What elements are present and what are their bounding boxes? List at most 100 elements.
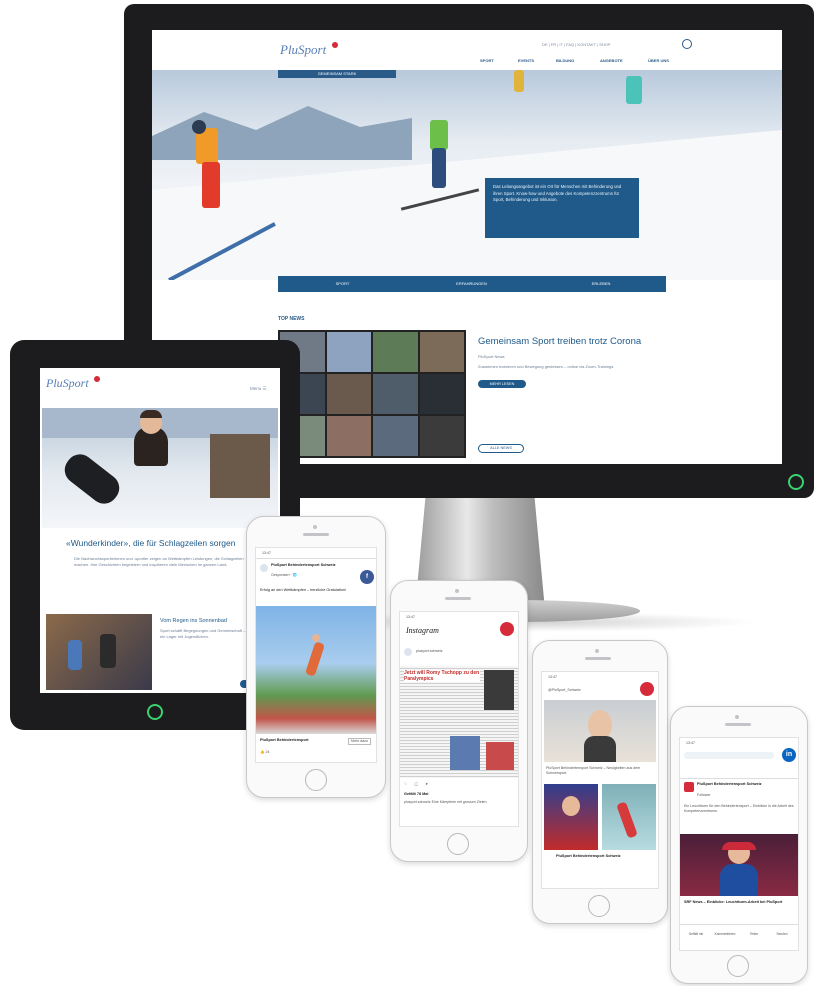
post-image-newspaper[interactable]: Jetzt will Romy Tschopp zu den Paralympi…: [400, 666, 518, 778]
like-action[interactable]: Gefällt mir: [682, 932, 710, 937]
phone-facebook: 13:47 PluSport Behindertensport Schweiz …: [246, 516, 386, 798]
nav-item-bildung[interactable]: BILDUNG: [556, 58, 574, 63]
phone-instagram: 13:47 Instagram plusport.schweiz Jetzt w…: [390, 580, 528, 862]
tweet-image[interactable]: [602, 784, 656, 850]
twitter-screen: 13:47 @PluSport_Schweiz PluSport Behinde…: [541, 671, 659, 889]
video-tile: [373, 416, 418, 456]
person-figure: [100, 634, 116, 668]
power-icon: [147, 704, 163, 720]
instagram-screen: 13:47 Instagram plusport.schweiz Jetzt w…: [399, 611, 519, 827]
notification-badge-icon[interactable]: [640, 682, 654, 696]
top-news-label: TOP NEWS: [278, 316, 305, 322]
profile-avatar[interactable]: [404, 648, 412, 656]
mountain-backdrop: [152, 106, 412, 160]
video-tile: [326, 332, 371, 372]
video-tile: [373, 332, 418, 372]
front-camera: [313, 525, 317, 529]
post-text: Ein Leuchtturm für den Behindertensport …: [684, 804, 794, 813]
teaser-title[interactable]: Vom Regen ins Sonnenbad: [160, 618, 227, 624]
tab-sport[interactable]: SPORT: [278, 276, 407, 292]
skier-figure: [430, 120, 448, 150]
tab-erleben[interactable]: ERLEBEN: [536, 276, 666, 292]
comment-action[interactable]: Kommentieren: [710, 932, 740, 937]
home-button[interactable]: [447, 833, 469, 855]
nav-item-sport[interactable]: SPORT: [480, 58, 494, 63]
athlete-cap: [140, 410, 162, 418]
tweet-image[interactable]: [544, 784, 598, 850]
post-meta: Gesponsert · 🌐: [271, 573, 298, 577]
home-button[interactable]: [305, 769, 327, 791]
home-button[interactable]: [588, 895, 610, 917]
site-logo[interactable]: PluSport: [46, 376, 89, 391]
nav-item-angebote[interactable]: ANGEBOTE: [600, 58, 623, 63]
search-input[interactable]: [684, 752, 774, 759]
page-logo[interactable]: [684, 782, 694, 792]
search-icon[interactable]: [682, 39, 692, 49]
facebook-screen: 13:47 PluSport Behindertensport Schweiz …: [255, 547, 377, 763]
page-avatar[interactable]: [260, 564, 268, 572]
tweet-image[interactable]: [544, 700, 656, 762]
home-button[interactable]: [727, 955, 749, 977]
post-actions[interactable]: ♡ ◯ ➤: [404, 782, 431, 787]
post-image[interactable]: [680, 834, 798, 896]
read-more-button[interactable]: MEHR LESEN: [478, 380, 526, 388]
page-name[interactable]: PluSport Behindertensport Schweiz: [271, 563, 351, 568]
cta-button[interactable]: Mehr dazu: [348, 738, 371, 745]
linkedin-screen: 13:47 in PluSport Behindertensport Schwe…: [679, 737, 799, 951]
menu-button[interactable]: Menu ☰: [250, 386, 267, 392]
section-tabs: SPORT ERFAHRUNGEN ERLEBEN: [278, 276, 666, 292]
site-logo[interactable]: PluSport: [280, 42, 326, 58]
hero-image: [42, 408, 278, 528]
video-tile: [373, 374, 418, 414]
notification-badge-icon[interactable]: [500, 622, 514, 636]
utility-links[interactable]: DE | FR | IT | FAQ | KONTAKT | SHOP: [542, 42, 611, 47]
reactions[interactable]: 👍 24: [260, 750, 269, 755]
skier-pants: [202, 162, 220, 208]
athlete-head: [312, 634, 320, 642]
news-title[interactable]: Gemeinsam Sport treiben trotz Corona: [478, 336, 678, 347]
phone-twitter: 13:47 @PluSport_Schweiz PluSport Behinde…: [532, 640, 668, 924]
share-action[interactable]: Teilen: [740, 932, 768, 937]
post-image-athlete[interactable]: [256, 606, 376, 734]
instagram-logo: Instagram: [406, 626, 439, 635]
video-tile: [326, 374, 371, 414]
skier-figure: [514, 70, 524, 92]
person-figure: [616, 801, 638, 839]
linkedin-icon: in: [782, 748, 796, 762]
person-body: [584, 736, 616, 762]
status-time: 13:47: [548, 675, 557, 679]
newspaper-photo: [486, 742, 514, 770]
nav-item-ueber-uns[interactable]: ÜBER UNS: [648, 58, 669, 63]
news-image-video-call[interactable]: [278, 330, 466, 458]
teaser-image[interactable]: [46, 614, 152, 690]
person-body: [720, 864, 758, 896]
skier-pants: [432, 148, 446, 188]
article-title[interactable]: SRF News – Einblicke: Leuchtturm-Arbeit …: [684, 900, 794, 905]
logo-mark-icon: [94, 376, 100, 382]
profile-name[interactable]: plusport.schweiz: [416, 649, 443, 654]
hero-image: GEMEINSAM STARK Das Leitungsangebot ist …: [152, 70, 782, 280]
article-headline[interactable]: «Wunderkinder», die für Schlagzeilen sor…: [66, 538, 276, 548]
tab-erfahrungen[interactable]: ERFAHRUNGEN: [407, 276, 536, 292]
divider: [680, 924, 798, 925]
newspaper-photo: [484, 670, 514, 710]
link-title[interactable]: PluSport Behindertensport: [260, 738, 340, 743]
tweet-2-text: PluSport Behindertensport Schweiz: [556, 854, 621, 858]
twitter-handle[interactable]: @PluSport_Schweiz: [548, 688, 581, 693]
all-news-button[interactable]: ALLE NEWS: [478, 444, 524, 453]
top-tabs[interactable]: [680, 766, 798, 779]
newspaper-photo: [450, 736, 480, 770]
front-camera: [455, 589, 459, 593]
phone-linkedin: 13:47 in PluSport Behindertensport Schwe…: [670, 706, 808, 984]
news-teaser: Zusammen trainieren und Bewegung geniess…: [478, 364, 615, 369]
page-name[interactable]: PluSport Behindertensport Schweiz: [697, 782, 787, 787]
athlete-figure: [304, 641, 326, 677]
followers: Follower: [697, 793, 711, 797]
building: [210, 434, 270, 498]
likes-count[interactable]: Gefällt 78 Mal: [404, 792, 428, 797]
video-tile: [419, 416, 464, 456]
nav-item-events[interactable]: EVENTS: [518, 58, 534, 63]
send-action[interactable]: Senden: [768, 932, 796, 937]
hero-info-box: Das Leitungsangebot ist ein Ort für Mens…: [485, 178, 639, 238]
video-tile: [419, 374, 464, 414]
